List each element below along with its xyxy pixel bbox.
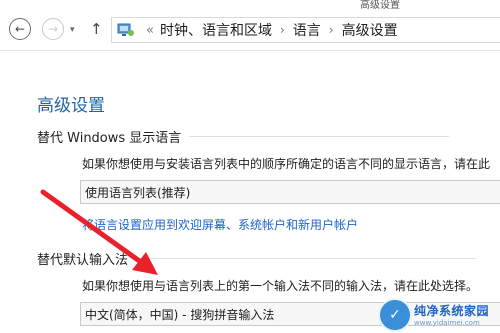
breadcrumb-root-separator[interactable]: «: [146, 23, 154, 38]
chevron-down-icon[interactable]: ▾: [70, 25, 75, 35]
input-method-header-label: 替代默认输入法: [37, 253, 129, 268]
forward-arrow-icon: →: [47, 22, 59, 36]
display-language-select[interactable]: 使用语言列表(推荐): [80, 180, 500, 204]
navigation-bar: ← → ▾ ↑ « 时钟、语言和区域 › 语言 › 高级设置: [0, 10, 500, 51]
input-method-description: 如果你想使用与语言列表上的第一个输入法不同的输入法，请在此处选择。: [82, 279, 479, 293]
page-title: 高级设置: [37, 96, 105, 116]
apply-language-settings-link[interactable]: 将语言设置应用到欢迎屏幕、系统帐户和新用户帐户: [82, 216, 358, 233]
display-language-section-header: 替代 Windows 显示语言: [37, 127, 450, 146]
section-divider: [136, 258, 477, 259]
forward-button[interactable]: →: [42, 18, 64, 40]
back-button[interactable]: ←: [9, 18, 31, 40]
section-divider: [189, 136, 450, 137]
address-bar[interactable]: « 时钟、语言和区域 › 语言 › 高级设置: [111, 17, 500, 43]
watermark: ✓ 纯净系统家园 www.yidaimei.com: [380, 296, 500, 333]
control-panel-icon: [117, 23, 134, 36]
watermark-text: 纯净系统家园: [414, 304, 490, 318]
up-arrow-icon[interactable]: ↑: [90, 20, 103, 38]
main-content: 高级设置 替代 Windows 显示语言 如果你想使用与安装语言列表中的顺序所确…: [0, 51, 500, 333]
breadcrumb-item-clock-language-region[interactable]: 时钟、语言和区域: [160, 20, 272, 40]
watermark-logo-icon: ✓: [380, 299, 410, 330]
display-language-header-label: 替代 Windows 显示语言: [37, 131, 182, 146]
display-language-selected-value: 使用语言列表(推荐): [85, 185, 191, 200]
back-arrow-icon: ←: [14, 22, 26, 36]
display-language-description: 如果你想使用与安装语言列表中的顺序所确定的语言不同的显示语言，请在此: [82, 157, 491, 171]
watermark-url: www.yidaimei.com: [414, 319, 480, 327]
breadcrumb-item-language[interactable]: 语言: [293, 20, 321, 40]
input-method-section-header: 替代默认输入法: [37, 249, 477, 268]
breadcrumb-arrow-icon[interactable]: ›: [280, 23, 285, 37]
input-method-selected-value: 中文(简体，中国) - 搜狗拼音输入法: [85, 307, 275, 322]
breadcrumb-item-advanced-settings[interactable]: 高级设置: [342, 20, 398, 40]
breadcrumb-arrow-icon[interactable]: ›: [329, 23, 334, 37]
